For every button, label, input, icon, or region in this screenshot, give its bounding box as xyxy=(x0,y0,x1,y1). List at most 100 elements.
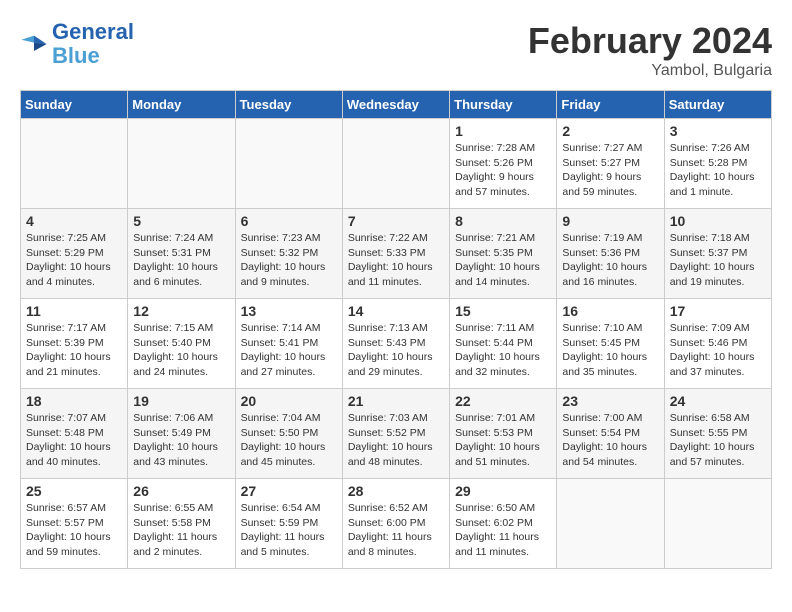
day-number: 1 xyxy=(455,123,551,139)
day-header-monday: Monday xyxy=(128,91,235,119)
day-number: 14 xyxy=(348,303,444,319)
calendar-cell: 15Sunrise: 7:11 AMSunset: 5:44 PMDayligh… xyxy=(450,299,557,389)
calendar-cell: 24 Sunrise: 6:58 AMSunset: 5:55 PMDayligh… xyxy=(664,389,771,479)
day-number: 16 xyxy=(562,303,658,319)
day-info: Sunrise: 7:17 AMSunset: 5:39 PMDaylight:… xyxy=(26,321,122,380)
day-info: Sunrise: 7:25 AMSunset: 5:29 PMDaylight:… xyxy=(26,231,122,290)
day-number: 13 xyxy=(241,303,337,319)
day-number: 23 xyxy=(562,393,658,409)
calendar-cell xyxy=(21,119,128,209)
day-number: 19 xyxy=(133,393,229,409)
day-info: Sunrise: 7:06 AMSunset: 5:49 PMDaylight:… xyxy=(133,411,229,470)
day-info: Sunrise: 7:07 AMSunset: 5:48 PMDaylight:… xyxy=(26,411,122,470)
calendar-cell: 8 Sunrise: 7:21 AMSunset: 5:35 PMDaylight… xyxy=(450,209,557,299)
day-info: Sunrise: 7:04 AMSunset: 5:50 PMDaylight:… xyxy=(241,411,337,470)
day-number: 6 xyxy=(241,213,337,229)
calendar-cell: 6Sunrise: 7:23 AMSunset: 5:32 PMDaylight… xyxy=(235,209,342,299)
day-info: Sunrise: 7:28 AMSunset: 5:26 PMDaylight:… xyxy=(455,141,551,200)
calendar-cell: 16 Sunrise: 7:10 AMSunset: 5:45 PMDayligh… xyxy=(557,299,664,389)
day-info: Sunrise: 7:21 AMSunset: 5:35 PMDaylight:… xyxy=(455,231,551,290)
day-header-sunday: Sunday xyxy=(21,91,128,119)
day-number: 7 xyxy=(348,213,444,229)
calendar-cell: 14 Sunrise: 7:13 AMSunset: 5:43 PMDayligh… xyxy=(342,299,449,389)
day-number: 10 xyxy=(670,213,766,229)
day-info: Sunrise: 7:22 AMSunset: 5:33 PMDaylight:… xyxy=(348,231,444,290)
day-number: 20 xyxy=(241,393,337,409)
day-header-tuesday: Tuesday xyxy=(235,91,342,119)
calendar-cell: 25 Sunrise: 6:57 AMSunset: 5:57 PMDayligh… xyxy=(21,479,128,569)
calendar-cell: 27 Sunrise: 6:54 AMSunset: 5:59 PMDayligh… xyxy=(235,479,342,569)
calendar-cell: 29 Sunrise: 6:50 AMSunset: 6:02 PMDayligh… xyxy=(450,479,557,569)
calendar-cell: 11 Sunrise: 7:17 AMSunset: 5:39 PMDayligh… xyxy=(21,299,128,389)
calendar-cell: 4 Sunrise: 7:25 AMSunset: 5:29 PMDaylight… xyxy=(21,209,128,299)
page-header: GeneralBlue February 2024 Yambol, Bulgar… xyxy=(20,20,772,80)
calendar-header-row: SundayMondayTuesdayWednesdayThursdayFrid… xyxy=(21,91,772,119)
day-info: Sunrise: 6:55 AMSunset: 5:58 PMDaylight:… xyxy=(133,501,229,560)
calendar-body: 1 Sunrise: 7:28 AMSunset: 5:26 PMDaylight… xyxy=(21,119,772,569)
day-number: 9 xyxy=(562,213,658,229)
calendar-cell: 9Sunrise: 7:19 AMSunset: 5:36 PMDaylight… xyxy=(557,209,664,299)
day-number: 8 xyxy=(455,213,551,229)
calendar-cell: 18 Sunrise: 7:07 AMSunset: 5:48 PMDayligh… xyxy=(21,389,128,479)
day-header-thursday: Thursday xyxy=(450,91,557,119)
logo: GeneralBlue xyxy=(20,20,134,68)
day-info: Sunrise: 7:13 AMSunset: 5:43 PMDaylight:… xyxy=(348,321,444,380)
day-number: 22 xyxy=(455,393,551,409)
logo-text: GeneralBlue xyxy=(52,20,134,68)
day-info: Sunrise: 7:24 AMSunset: 5:31 PMDaylight:… xyxy=(133,231,229,290)
day-info: Sunrise: 7:03 AMSunset: 5:52 PMDaylight:… xyxy=(348,411,444,470)
day-header-wednesday: Wednesday xyxy=(342,91,449,119)
calendar-cell: 7 Sunrise: 7:22 AMSunset: 5:33 PMDaylight… xyxy=(342,209,449,299)
day-info: Sunrise: 7:11 AMSunset: 5:44 PMDaylight:… xyxy=(455,321,551,380)
day-info: Sunrise: 7:09 AMSunset: 5:46 PMDaylight:… xyxy=(670,321,766,380)
day-number: 28 xyxy=(348,483,444,499)
calendar-week-row: 18 Sunrise: 7:07 AMSunset: 5:48 PMDayligh… xyxy=(21,389,772,479)
day-number: 24 xyxy=(670,393,766,409)
calendar-cell: 26 Sunrise: 6:55 AMSunset: 5:58 PMDayligh… xyxy=(128,479,235,569)
day-number: 4 xyxy=(26,213,122,229)
calendar-cell: 19 Sunrise: 7:06 AMSunset: 5:49 PMDayligh… xyxy=(128,389,235,479)
day-info: Sunrise: 7:10 AMSunset: 5:45 PMDaylight:… xyxy=(562,321,658,380)
calendar-cell: 23 Sunrise: 7:00 AMSunset: 5:54 PMDayligh… xyxy=(557,389,664,479)
calendar-cell: 20 Sunrise: 7:04 AMSunset: 5:50 PMDayligh… xyxy=(235,389,342,479)
calendar-week-row: 4 Sunrise: 7:25 AMSunset: 5:29 PMDaylight… xyxy=(21,209,772,299)
calendar-cell: 13 Sunrise: 7:14 AMSunset: 5:41 PMDayligh… xyxy=(235,299,342,389)
day-number: 29 xyxy=(455,483,551,499)
day-number: 27 xyxy=(241,483,337,499)
day-number: 18 xyxy=(26,393,122,409)
calendar-table: SundayMondayTuesdayWednesdayThursdayFrid… xyxy=(20,90,772,569)
day-info: Sunrise: 7:18 AMSunset: 5:37 PMDaylight:… xyxy=(670,231,766,290)
day-number: 12 xyxy=(133,303,229,319)
day-info: Sunrise: 7:14 AMSunset: 5:41 PMDaylight:… xyxy=(241,321,337,380)
calendar-cell xyxy=(664,479,771,569)
day-info: Sunrise: 6:52 AMSunset: 6:00 PMDaylight:… xyxy=(348,501,444,560)
day-number: 25 xyxy=(26,483,122,499)
calendar-week-row: 25 Sunrise: 6:57 AMSunset: 5:57 PMDayligh… xyxy=(21,479,772,569)
day-info: Sunrise: 7:00 AMSunset: 5:54 PMDaylight:… xyxy=(562,411,658,470)
calendar-cell: 22 Sunrise: 7:01 AMSunset: 5:53 PMDayligh… xyxy=(450,389,557,479)
calendar-cell: 10 Sunrise: 7:18 AMSunset: 5:37 PMDayligh… xyxy=(664,209,771,299)
calendar-cell xyxy=(128,119,235,209)
calendar-cell xyxy=(235,119,342,209)
logo-icon xyxy=(20,30,48,58)
calendar-cell: 1 Sunrise: 7:28 AMSunset: 5:26 PMDaylight… xyxy=(450,119,557,209)
day-info: Sunrise: 6:50 AMSunset: 6:02 PMDaylight:… xyxy=(455,501,551,560)
day-info: Sunrise: 7:15 AMSunset: 5:40 PMDaylight:… xyxy=(133,321,229,380)
subtitle: Yambol, Bulgaria xyxy=(528,62,772,80)
calendar-cell: 28 Sunrise: 6:52 AMSunset: 6:00 PMDayligh… xyxy=(342,479,449,569)
calendar-week-row: 1 Sunrise: 7:28 AMSunset: 5:26 PMDaylight… xyxy=(21,119,772,209)
day-header-friday: Friday xyxy=(557,91,664,119)
calendar-cell: 17Sunrise: 7:09 AMSunset: 5:46 PMDayligh… xyxy=(664,299,771,389)
calendar-cell: 5Sunrise: 7:24 AMSunset: 5:31 PMDaylight… xyxy=(128,209,235,299)
calendar-week-row: 11 Sunrise: 7:17 AMSunset: 5:39 PMDayligh… xyxy=(21,299,772,389)
day-header-saturday: Saturday xyxy=(664,91,771,119)
day-number: 2 xyxy=(562,123,658,139)
day-info: Sunrise: 6:54 AMSunset: 5:59 PMDaylight:… xyxy=(241,501,337,560)
calendar-cell: 12 Sunrise: 7:15 AMSunset: 5:40 PMDayligh… xyxy=(128,299,235,389)
day-info: Sunrise: 6:58 AMSunset: 5:55 PMDaylight:… xyxy=(670,411,766,470)
day-number: 11 xyxy=(26,303,122,319)
day-info: Sunrise: 7:01 AMSunset: 5:53 PMDaylight:… xyxy=(455,411,551,470)
day-number: 21 xyxy=(348,393,444,409)
day-number: 26 xyxy=(133,483,229,499)
day-info: Sunrise: 6:57 AMSunset: 5:57 PMDaylight:… xyxy=(26,501,122,560)
